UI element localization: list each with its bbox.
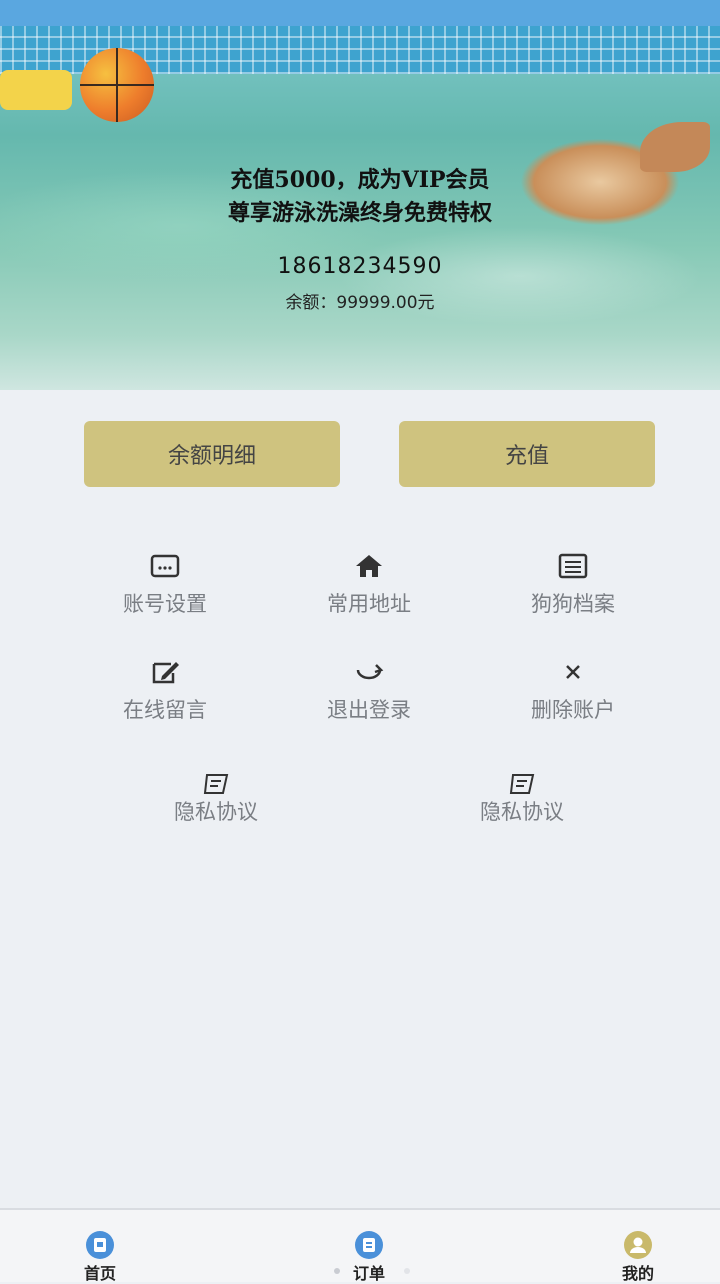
- menu-account-settings[interactable]: 账号设置: [85, 552, 245, 632]
- tab-label: 首页: [83, 1264, 116, 1283]
- menu-label: 账号设置: [123, 592, 207, 616]
- user-tab-icon: [623, 1230, 653, 1260]
- page-indicator-dot: [334, 1268, 340, 1274]
- recharge-button[interactable]: 充值: [399, 421, 655, 487]
- menu-privacy-policy-2[interactable]: 隐私协议: [442, 772, 602, 852]
- menu-logout[interactable]: 退出登录: [289, 658, 449, 738]
- menu-label: 隐私协议: [174, 800, 258, 824]
- page-indicator-dot: [404, 1268, 410, 1274]
- balance-text: 余额：99999.00元: [285, 293, 435, 313]
- menu-label: 在线留言: [123, 698, 207, 722]
- menu-label: 隐私协议: [480, 800, 564, 824]
- menu-label: 删除账户: [531, 698, 615, 722]
- home-tab-icon: [85, 1230, 115, 1260]
- bottom-tab-bar: 首页 订单 我的: [0, 1208, 720, 1284]
- menu-online-message[interactable]: 在线留言: [85, 658, 245, 738]
- phone-number: 18618234590: [277, 254, 443, 279]
- menu-common-address[interactable]: 常用地址: [289, 552, 449, 632]
- balance-detail-button[interactable]: 余额明细: [84, 421, 340, 487]
- privacy-icon: [442, 772, 602, 796]
- tab-label: 订单: [352, 1264, 385, 1283]
- promo-subtitle: 尊享游泳洗澡终身免费特权: [227, 200, 492, 226]
- tab-home[interactable]: 首页: [60, 1230, 140, 1284]
- tab-mine[interactable]: 我的: [598, 1230, 678, 1284]
- hero-banner: 充值5000，成为VIP会员 尊享游泳洗澡终身免费特权 18618234590 …: [0, 26, 720, 390]
- tab-orders[interactable]: 订单: [329, 1230, 409, 1284]
- card-icon: [85, 552, 245, 580]
- menu-label: 常用地址: [327, 592, 411, 616]
- status-bar: [0, 0, 720, 26]
- order-tab-icon: [354, 1230, 384, 1260]
- logout-icon: [289, 658, 449, 686]
- close-icon: [493, 658, 653, 686]
- home-icon: [289, 552, 449, 580]
- privacy-icon: [136, 772, 296, 796]
- menu-privacy-policy[interactable]: 隐私协议: [136, 772, 296, 852]
- tab-label: 我的: [621, 1264, 654, 1283]
- document-icon: [493, 552, 653, 580]
- edit-icon: [85, 658, 245, 686]
- menu-label: 狗狗档案: [531, 592, 615, 616]
- menu-label: 退出登录: [327, 698, 411, 722]
- menu-delete-account[interactable]: 删除账户: [493, 658, 653, 738]
- promo-title: 充值5000，成为VIP会员: [230, 167, 490, 193]
- menu-dog-profile[interactable]: 狗狗档案: [493, 552, 653, 632]
- float-toy-image: [0, 70, 72, 110]
- ball-image: [80, 48, 154, 122]
